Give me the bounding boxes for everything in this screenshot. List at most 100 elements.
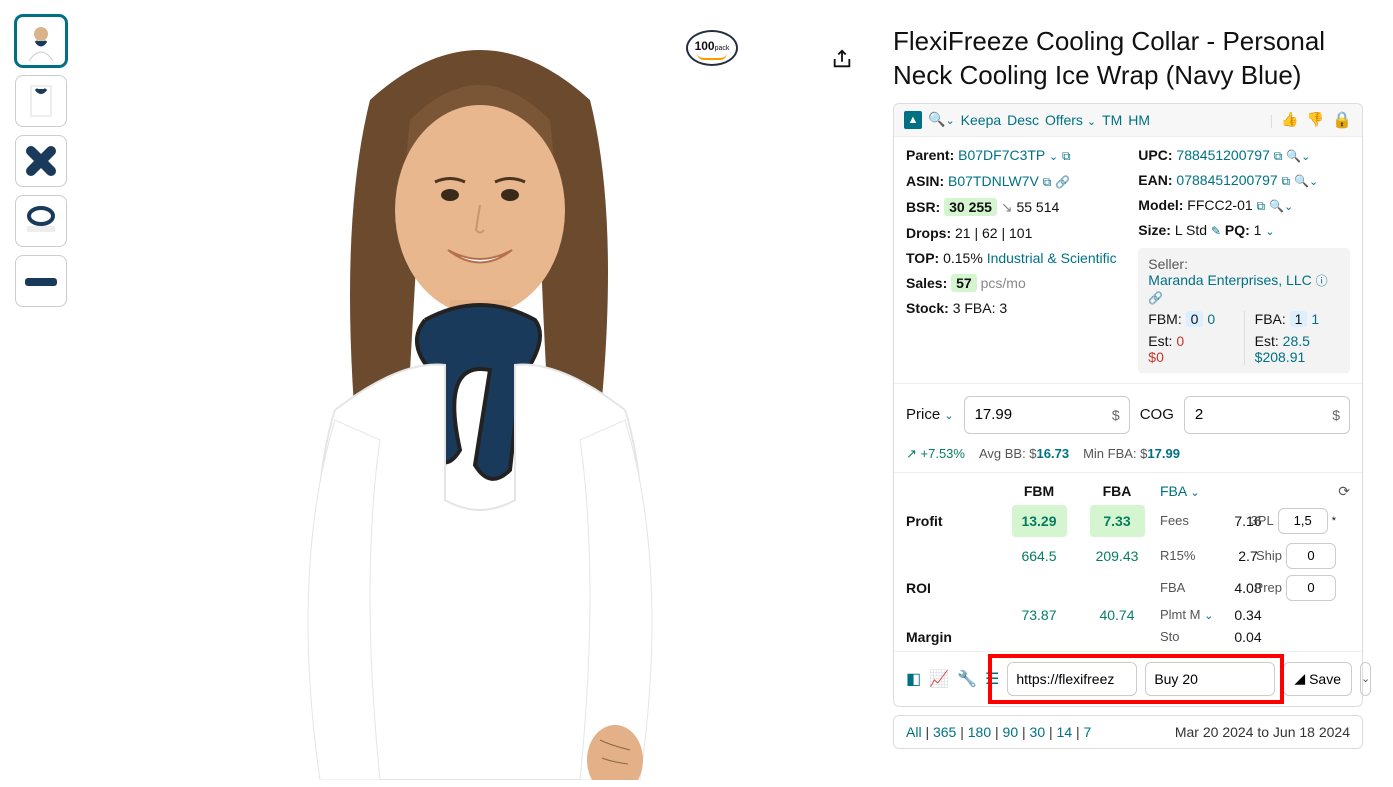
- refresh-icon[interactable]: ⟳: [1338, 483, 1350, 500]
- thumbnail-3[interactable]: [15, 135, 67, 187]
- edit-icon[interactable]: ✎: [1211, 224, 1221, 238]
- minfba-label: Min FBA: $: [1083, 446, 1147, 461]
- size-label: Size:: [1138, 222, 1171, 238]
- price-input[interactable]: [964, 396, 1130, 434]
- source-url-input[interactable]: [1007, 662, 1137, 696]
- search-icon[interactable]: 🔍⌄: [1269, 199, 1293, 213]
- cog-label: COG: [1140, 406, 1174, 423]
- panel-icon[interactable]: ◧: [906, 669, 921, 689]
- thumbnail-5[interactable]: [15, 255, 67, 307]
- top-pct: 0.15%: [943, 250, 983, 266]
- fba-selector[interactable]: FBA ⌄: [1160, 483, 1220, 499]
- pq-value: 1: [1254, 222, 1262, 238]
- seller-name[interactable]: Maranda Enterprises, LLC: [1148, 272, 1311, 288]
- search-icon[interactable]: 🔍⌄: [928, 111, 955, 128]
- wrench-icon[interactable]: 🔧: [957, 669, 977, 689]
- thumbs-down-icon[interactable]: 👎: [1307, 111, 1324, 128]
- fba2-label: FBA: [1160, 580, 1220, 595]
- keepa-link[interactable]: Keepa: [961, 112, 1001, 128]
- est2-label: Est:: [1255, 333, 1279, 349]
- currency-unit: $: [1332, 407, 1340, 423]
- lock-icon[interactable]: 🔒: [1332, 110, 1352, 130]
- tm-link[interactable]: TM: [1102, 112, 1122, 128]
- range-180[interactable]: 180: [968, 724, 991, 740]
- asin-label: ASIN:: [906, 173, 944, 189]
- sto-label: Sto: [1160, 629, 1220, 644]
- plmt-value: 0.34: [1228, 607, 1268, 623]
- link-icon[interactable]: 🔗: [1055, 175, 1070, 189]
- ean-label: EAN:: [1138, 172, 1172, 188]
- pack-badge: 100pack: [686, 30, 738, 66]
- desc-link[interactable]: Desc: [1007, 112, 1039, 128]
- prep-input[interactable]: [1286, 575, 1336, 601]
- copy-icon[interactable]: ⧉: [1282, 174, 1291, 188]
- copy-icon[interactable]: ⧉: [1062, 149, 1071, 163]
- save-button[interactable]: ◢Save: [1283, 662, 1352, 696]
- hm-link[interactable]: HM: [1128, 112, 1150, 128]
- copy-icon[interactable]: ⧉: [1257, 199, 1266, 213]
- share-icon[interactable]: [831, 48, 853, 76]
- profit-fba: 7.33: [1090, 505, 1145, 537]
- ship-input[interactable]: [1286, 543, 1336, 569]
- cog-input[interactable]: [1184, 396, 1350, 434]
- copy-icon[interactable]: ⧉: [1274, 149, 1283, 163]
- thumbnail-2[interactable]: [15, 75, 67, 127]
- top-category[interactable]: Industrial & Scientific: [987, 250, 1117, 266]
- list-icon[interactable]: ☰: [985, 669, 999, 689]
- chevron-down-icon[interactable]: ⌄: [944, 410, 953, 422]
- copy-icon[interactable]: ⧉: [1043, 175, 1052, 189]
- parent-value[interactable]: B07DF7C3TP: [958, 147, 1045, 163]
- thumbnail-1[interactable]: [15, 15, 67, 67]
- est-value: 0: [1176, 333, 1184, 349]
- fbm-count2: 0: [1207, 311, 1215, 327]
- search-icon[interactable]: 🔍⌄: [1286, 149, 1310, 163]
- range-30[interactable]: 30: [1030, 724, 1046, 740]
- offers-link[interactable]: Offers ⌄: [1045, 112, 1096, 128]
- chart-icon[interactable]: 📈: [929, 669, 949, 689]
- seller-box: Seller: Maranda Enterprises, LLC ⓘ 🔗 FBM…: [1138, 248, 1350, 373]
- seller-label: Seller:: [1148, 256, 1340, 272]
- panel-topbar: ▲ 🔍⌄ Keepa Desc Offers ⌄ TM HM | 👍 👎 🔒: [894, 104, 1362, 137]
- chevron-down-icon[interactable]: ⌄: [1049, 151, 1058, 163]
- date-panel: All | 365 | 180 | 90 | 30 | 14 | 7 Mar 2…: [893, 715, 1363, 749]
- model-value: FFCC2-01: [1187, 197, 1252, 213]
- fba-header: FBA: [1082, 483, 1152, 499]
- thumbnail-4[interactable]: [15, 195, 67, 247]
- product-image[interactable]: [180, 20, 780, 780]
- price-label: Price ⌄: [906, 406, 954, 423]
- range-365[interactable]: 365: [933, 724, 956, 740]
- info-icon[interactable]: ⓘ: [1316, 274, 1328, 288]
- bsr-delta: 55 514: [1016, 199, 1059, 215]
- 3pl-input[interactable]: [1278, 508, 1328, 534]
- est-dollar: $0: [1148, 349, 1233, 365]
- range-14[interactable]: 14: [1057, 724, 1073, 740]
- plmt-label[interactable]: Plmt M ⌄: [1160, 607, 1220, 622]
- asin-value[interactable]: B07TDNLW7V: [948, 173, 1039, 189]
- badge-number: 100: [695, 39, 715, 53]
- collapse-icon[interactable]: ▲: [904, 111, 922, 129]
- upc-value[interactable]: 788451200797: [1176, 147, 1269, 163]
- fees-label: Fees: [1160, 513, 1220, 528]
- range-90[interactable]: 90: [1003, 724, 1019, 740]
- range-all[interactable]: All: [906, 724, 922, 740]
- drops-value: 21 | 62 | 101: [955, 225, 1032, 241]
- note-input[interactable]: [1145, 662, 1275, 696]
- chevron-down-icon[interactable]: ⌄: [1265, 226, 1274, 238]
- range-7[interactable]: 7: [1084, 724, 1092, 740]
- roi-fba: 209.43: [1082, 548, 1152, 564]
- product-title: FlexiFreeze Cooling Collar - Personal Ne…: [893, 25, 1363, 93]
- search-icon[interactable]: 🔍⌄: [1294, 174, 1318, 188]
- fbm-header: FBM: [1004, 483, 1074, 499]
- roi-label: ROI: [906, 580, 996, 596]
- roi-fbm: 664.5: [1004, 548, 1074, 564]
- link-icon[interactable]: 🔗: [1148, 291, 1163, 305]
- save-dropdown[interactable]: ⌄: [1360, 662, 1371, 696]
- ean-value[interactable]: 0788451200797: [1176, 172, 1277, 188]
- ship-label: Ship: [1256, 548, 1282, 563]
- fba-count: 1: [1290, 311, 1308, 327]
- est2-value: 28.5: [1283, 333, 1310, 349]
- top-label: TOP:: [906, 250, 939, 266]
- thumbs-up-icon[interactable]: 👍: [1281, 111, 1298, 128]
- info-panel: ▲ 🔍⌄ Keepa Desc Offers ⌄ TM HM | 👍 👎 🔒 P…: [893, 103, 1363, 707]
- sales-label: Sales:: [906, 275, 947, 291]
